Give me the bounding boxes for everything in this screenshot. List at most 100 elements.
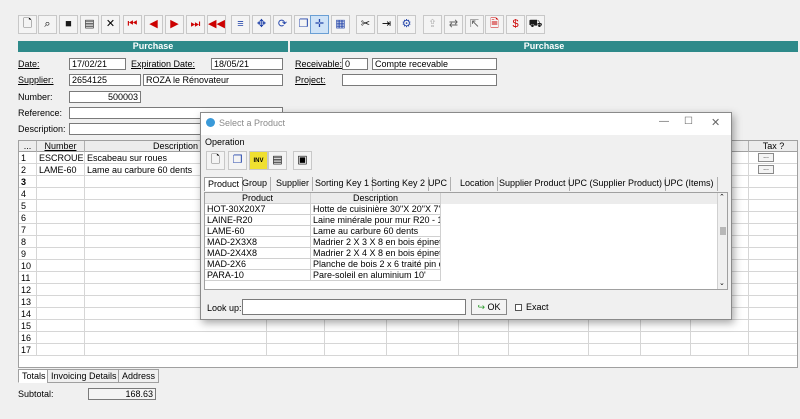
row-cell[interactable] bbox=[749, 260, 797, 272]
tab-invoicing-details[interactable]: Invoicing Details bbox=[47, 369, 121, 383]
row-cell[interactable] bbox=[325, 332, 387, 344]
supplier-name-field[interactable]: ROZA le Rénovateur bbox=[143, 74, 283, 86]
row-number-cell[interactable] bbox=[37, 224, 85, 236]
row-cell[interactable] bbox=[589, 320, 641, 332]
row-cell[interactable] bbox=[509, 332, 589, 344]
row-number-cell[interactable] bbox=[37, 248, 85, 260]
row-number-cell[interactable] bbox=[37, 260, 85, 272]
save-product-icon[interactable]: ▤ bbox=[268, 151, 287, 170]
product-row[interactable]: PARA-10 Pare-soleil en aluminium 10' bbox=[205, 270, 717, 281]
delete-icon[interactable]: ✕ bbox=[101, 15, 120, 34]
row-cell[interactable] bbox=[749, 236, 797, 248]
row-cell[interactable] bbox=[459, 320, 509, 332]
list-icon[interactable]: ≡ bbox=[231, 15, 250, 34]
row-cell[interactable] bbox=[749, 176, 797, 188]
row-cell[interactable] bbox=[749, 296, 797, 308]
dialog-tab-upc-supplier-product[interactable]: UPC (Supplier Product) bbox=[565, 177, 667, 191]
lookup-input[interactable] bbox=[242, 299, 466, 315]
dialog-tab-sorting-key-1[interactable]: Sorting Key 1 bbox=[312, 177, 374, 191]
product-description-cell[interactable]: Planche de bois 2 x 6 traité pin co bbox=[311, 259, 441, 270]
row-number-cell[interactable]: ESCROUES bbox=[37, 152, 85, 164]
product-code-cell[interactable]: PARA-10 bbox=[205, 270, 311, 281]
row-cell[interactable] bbox=[691, 344, 749, 356]
row-number-cell[interactable] bbox=[37, 332, 85, 344]
target-icon[interactable]: ✛ bbox=[310, 15, 329, 34]
export-icon[interactable]: ⇱ bbox=[465, 15, 484, 34]
inventory-icon[interactable]: INV bbox=[249, 151, 268, 170]
dialog-tab-location[interactable]: Location bbox=[457, 177, 499, 191]
scroll-thumb[interactable] bbox=[720, 227, 726, 235]
table-row[interactable]: 16 bbox=[19, 332, 797, 344]
invoice-icon[interactable]: 🗎 bbox=[485, 15, 504, 34]
move-icon[interactable]: ✥ bbox=[252, 15, 271, 34]
row-cell[interactable] bbox=[641, 344, 691, 356]
row-number-cell[interactable] bbox=[37, 308, 85, 320]
row-cell[interactable] bbox=[325, 344, 387, 356]
row-number-cell[interactable] bbox=[37, 296, 85, 308]
row-description-cell[interactable] bbox=[85, 332, 267, 344]
row-number-cell[interactable] bbox=[37, 176, 85, 188]
row-cell[interactable] bbox=[749, 248, 797, 260]
row-cell[interactable] bbox=[589, 332, 641, 344]
product-row[interactable]: LAME-60 Lame au carbure 60 dents bbox=[205, 226, 717, 237]
dialog-tab-upc[interactable]: UPC bbox=[425, 177, 452, 191]
row-number-cell[interactable]: LAME-60 bbox=[37, 164, 85, 176]
product-description-cell[interactable]: Laine minérale pour mur R20 - 15 bbox=[311, 215, 441, 226]
row-cell[interactable] bbox=[749, 308, 797, 320]
row-cell[interactable] bbox=[749, 344, 797, 356]
last-record-icon[interactable]: ⏭ bbox=[186, 15, 205, 34]
insert-icon[interactable]: ⇥ bbox=[377, 15, 396, 34]
tab-address[interactable]: Address bbox=[118, 369, 160, 383]
row-cell[interactable] bbox=[749, 224, 797, 236]
row-cell[interactable] bbox=[749, 200, 797, 212]
table-row[interactable]: 17 bbox=[19, 344, 797, 356]
product-description-cell[interactable]: Lame au carbure 60 dents bbox=[311, 226, 441, 237]
tax-button[interactable]: ... bbox=[758, 165, 774, 174]
transfer-icon[interactable]: ⇄ bbox=[444, 15, 463, 34]
scroll-down-icon[interactable]: ⌄ bbox=[719, 279, 725, 287]
date-field[interactable]: 17/02/21 bbox=[69, 58, 126, 70]
print-icon[interactable]: ▣ bbox=[293, 151, 312, 170]
maximize-icon[interactable]: ☐ bbox=[684, 116, 693, 127]
row-cell[interactable] bbox=[749, 272, 797, 284]
row-cell[interactable] bbox=[267, 332, 325, 344]
dialog-tab-product[interactable]: Product bbox=[204, 177, 244, 191]
calculator-icon[interactable]: ▦ bbox=[331, 15, 350, 34]
shipping-icon[interactable]: ⛟ bbox=[526, 15, 545, 34]
new-product-icon[interactable]: 🗋 bbox=[206, 151, 225, 170]
dialog-tab-upc-items[interactable]: UPC (Items) bbox=[661, 177, 718, 191]
receivable-code-field[interactable]: 0 bbox=[342, 58, 368, 70]
row-cell[interactable] bbox=[459, 344, 509, 356]
expiration-date-field[interactable]: 18/05/21 bbox=[211, 58, 283, 70]
row-cell[interactable] bbox=[267, 344, 325, 356]
row-cell[interactable] bbox=[387, 344, 459, 356]
product-description-cell[interactable]: Madrier 2 X 3 X 8 en bois épinette bbox=[311, 237, 441, 248]
product-code-cell[interactable]: MAD-2X4X8 bbox=[205, 248, 311, 259]
column-header-product[interactable]: Product bbox=[205, 193, 311, 204]
row-cell[interactable] bbox=[691, 332, 749, 344]
dialog-tab-sorting-key-2[interactable]: Sorting Key 2 bbox=[368, 177, 430, 191]
row-cell[interactable] bbox=[749, 188, 797, 200]
row-cell[interactable] bbox=[325, 320, 387, 332]
receivable-name-field[interactable]: Compte recevable bbox=[372, 58, 497, 70]
row-description-cell[interactable] bbox=[85, 320, 267, 332]
ok-button[interactable]: ↪ OK bbox=[471, 299, 507, 315]
row-number-cell[interactable] bbox=[37, 212, 85, 224]
product-code-cell[interactable]: LAINE-R20 bbox=[205, 215, 311, 226]
dialog-tab-supplier-product[interactable]: Supplier Product bbox=[496, 177, 570, 191]
close-icon[interactable]: ✕ bbox=[711, 116, 720, 129]
row-cell[interactable] bbox=[691, 320, 749, 332]
scroll-up-icon[interactable]: ⌃ bbox=[719, 193, 725, 201]
row-cell[interactable] bbox=[589, 344, 641, 356]
supplier-code-field[interactable]: 2654125 bbox=[69, 74, 141, 86]
product-code-cell[interactable]: MAD-2X3X8 bbox=[205, 237, 311, 248]
row-cell[interactable] bbox=[509, 320, 589, 332]
row-cell[interactable] bbox=[509, 344, 589, 356]
product-row[interactable]: MAD-2X3X8 Madrier 2 X 3 X 8 en bois épine… bbox=[205, 237, 717, 248]
next-record-icon[interactable]: ▶ bbox=[165, 15, 184, 34]
tax-button[interactable]: ... bbox=[758, 153, 774, 162]
row-number-cell[interactable] bbox=[37, 200, 85, 212]
product-row[interactable]: HOT-30X20X7 Hotte de cuisinière 30"X 20"X… bbox=[205, 204, 717, 215]
product-row[interactable]: MAD-2X6 Planche de bois 2 x 6 traité pin … bbox=[205, 259, 717, 270]
row-number-cell[interactable] bbox=[37, 344, 85, 356]
